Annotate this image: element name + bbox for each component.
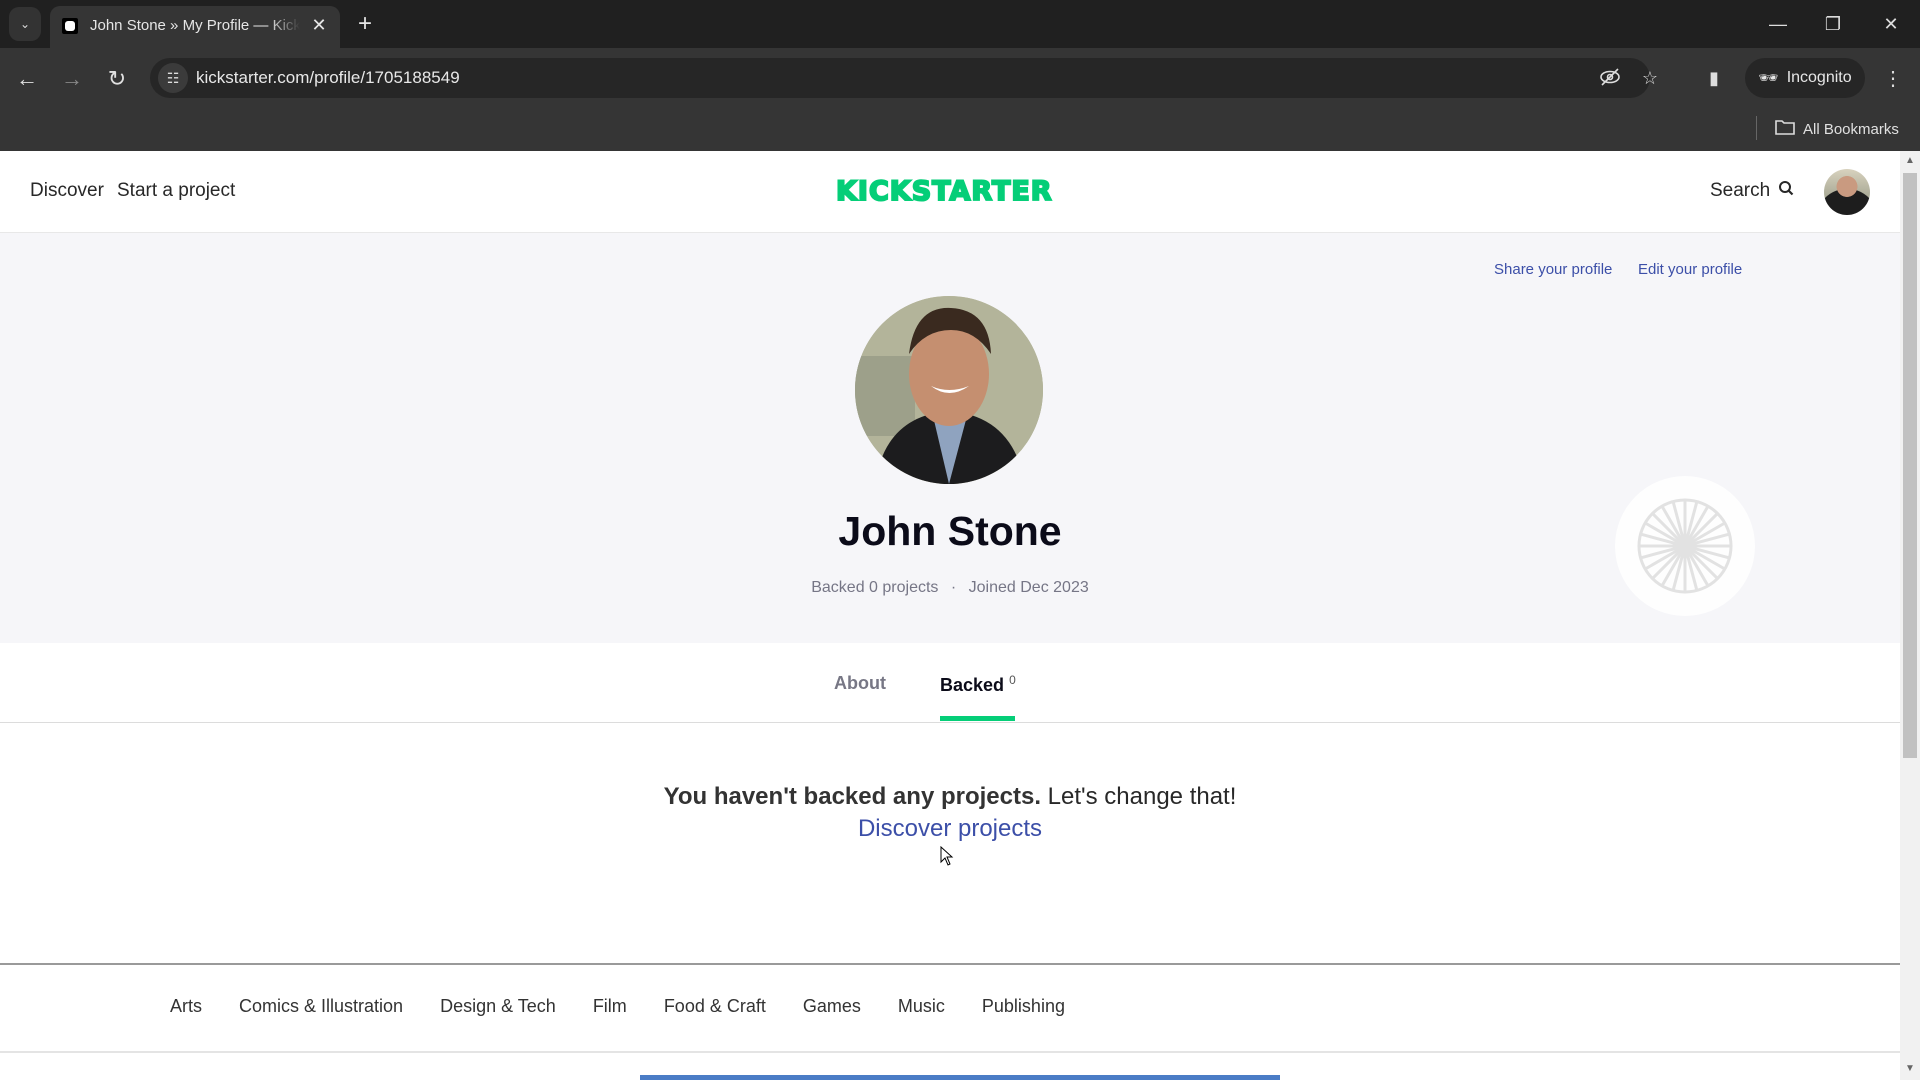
category-music[interactable]: Music bbox=[898, 996, 945, 1026]
incognito-label: Incognito bbox=[1786, 69, 1852, 86]
close-tab-icon[interactable]: ✕ bbox=[308, 14, 330, 36]
reload-icon: ↻ bbox=[107, 66, 127, 91]
empty-state-rest: Let's change that! bbox=[1041, 783, 1237, 810]
browser-tab-strip: ⌄ John Stone » My Profile — Kickstarter … bbox=[0, 0, 1920, 48]
restore-button[interactable]: ❐ bbox=[1813, 8, 1853, 40]
browser-menu-button[interactable]: ⋮ bbox=[1880, 64, 1906, 94]
tab-backed-count: 0 bbox=[1009, 673, 1016, 687]
reload-button[interactable]: ↻ bbox=[102, 64, 132, 94]
edit-profile-link[interactable]: Edit your profile bbox=[1638, 261, 1742, 278]
category-film[interactable]: Film bbox=[593, 996, 627, 1026]
all-bookmarks-label: All Bookmarks bbox=[1803, 120, 1899, 138]
all-bookmarks-button[interactable]: All Bookmarks bbox=[1775, 116, 1899, 142]
page-scrollbar[interactable]: ▲ ▼ bbox=[1900, 151, 1920, 1080]
active-tab-indicator bbox=[940, 716, 1015, 721]
empty-state: You haven't backed any projects. Let's c… bbox=[0, 783, 1900, 843]
browser-toolbar: ← → ↻ ☷ kickstarter.com/profile/17051885… bbox=[0, 48, 1920, 110]
category-games[interactable]: Games bbox=[803, 996, 861, 1026]
backed-count-text: Backed 0 projects bbox=[811, 579, 939, 596]
scrollbar-thumb[interactable] bbox=[1903, 173, 1917, 758]
profile-photo bbox=[855, 296, 1043, 484]
address-bar[interactable]: ☷ kickstarter.com/profile/1705188549 ☆ bbox=[150, 58, 1658, 98]
folder-icon bbox=[1775, 119, 1795, 139]
bookmarks-separator bbox=[1756, 116, 1757, 140]
incognito-icon: 🕶 bbox=[1758, 70, 1779, 87]
search-label: Search bbox=[1710, 180, 1771, 201]
category-comics-illustration[interactable]: Comics & Illustration bbox=[239, 996, 403, 1026]
browser-tab-active[interactable]: John Stone » My Profile — Kickstarter ✕ bbox=[50, 6, 340, 48]
loading-spinner-icon bbox=[1615, 476, 1755, 616]
scroll-up-icon[interactable]: ▲ bbox=[1904, 155, 1916, 167]
footer-line bbox=[0, 1051, 1900, 1053]
bookmarks-bar: All Bookmarks bbox=[0, 110, 1920, 151]
joined-date-text: Joined Dec 2023 bbox=[968, 579, 1089, 596]
category-publishing[interactable]: Publishing bbox=[982, 996, 1065, 1026]
meta-separator: · bbox=[950, 579, 957, 596]
chevron-down-icon: ⌄ bbox=[19, 17, 31, 31]
category-arts[interactable]: Arts bbox=[170, 996, 202, 1026]
nav-start-project-link[interactable]: Start a project bbox=[117, 180, 235, 202]
arrow-right-icon: → bbox=[61, 66, 83, 91]
plus-icon: + bbox=[357, 10, 372, 37]
restore-icon: ❐ bbox=[1824, 14, 1842, 34]
site-header: Discover Start a project KICKSTARTER Sea… bbox=[0, 151, 1900, 233]
incognito-indicator[interactable]: 🕶 Incognito bbox=[1745, 58, 1865, 98]
category-food-craft[interactable]: Food & Craft bbox=[664, 996, 766, 1026]
user-avatar-menu[interactable] bbox=[1824, 169, 1870, 215]
more-vertical-icon: ⋮ bbox=[1883, 68, 1903, 90]
side-panel-button[interactable]: ▮ bbox=[1700, 64, 1728, 92]
footer-divider bbox=[0, 963, 1900, 965]
bookmark-star-icon[interactable]: ☆ bbox=[1638, 66, 1662, 90]
arrow-left-icon: ← bbox=[16, 66, 38, 91]
kickstarter-favicon-icon bbox=[62, 18, 78, 34]
tab-search-button[interactable]: ⌄ bbox=[9, 7, 41, 41]
new-tab-button[interactable]: + bbox=[352, 10, 378, 38]
forward-button[interactable]: → bbox=[57, 64, 87, 94]
close-window-button[interactable]: ✕ bbox=[1871, 8, 1911, 40]
tab-about[interactable]: About bbox=[834, 673, 886, 694]
empty-state-bold: You haven't backed any projects. bbox=[663, 783, 1041, 810]
category-nav: Arts Comics & Illustration Design & Tech… bbox=[170, 996, 1065, 1026]
minimize-button[interactable]: — bbox=[1758, 8, 1798, 40]
kickstarter-logo[interactable]: KICKSTARTER bbox=[835, 175, 1053, 208]
eye-off-icon[interactable] bbox=[1598, 66, 1622, 90]
site-info-icon[interactable]: ☷ bbox=[158, 63, 188, 93]
nav-discover-link[interactable]: Discover bbox=[30, 180, 104, 202]
scroll-down-icon[interactable]: ▼ bbox=[1904, 1063, 1916, 1075]
empty-state-message: You haven't backed any projects. Let's c… bbox=[0, 783, 1900, 811]
search-icon bbox=[1778, 180, 1794, 202]
url-text[interactable]: kickstarter.com/profile/1705188549 bbox=[196, 68, 460, 88]
minimize-icon: — bbox=[1769, 14, 1787, 34]
share-profile-link[interactable]: Share your profile bbox=[1494, 261, 1612, 278]
side-panel-icon: ▮ bbox=[1709, 68, 1719, 88]
mouse-cursor-icon bbox=[940, 846, 954, 866]
close-icon: ✕ bbox=[1883, 14, 1899, 34]
content-bar bbox=[640, 1075, 1280, 1080]
discover-projects-link[interactable]: Discover projects bbox=[858, 815, 1042, 843]
tab-backed-label: Backed bbox=[940, 675, 1005, 695]
page-viewport: Discover Start a project KICKSTARTER Sea… bbox=[0, 151, 1900, 1080]
tab-title: John Stone » My Profile — Kickstarter bbox=[90, 17, 300, 34]
category-design-tech[interactable]: Design & Tech bbox=[440, 996, 556, 1026]
tab-backed[interactable]: Backed 0 bbox=[940, 673, 1016, 696]
profile-tabs: About Backed 0 bbox=[0, 643, 1900, 723]
search-button[interactable]: Search bbox=[1710, 180, 1794, 202]
back-button[interactable]: ← bbox=[12, 64, 42, 94]
